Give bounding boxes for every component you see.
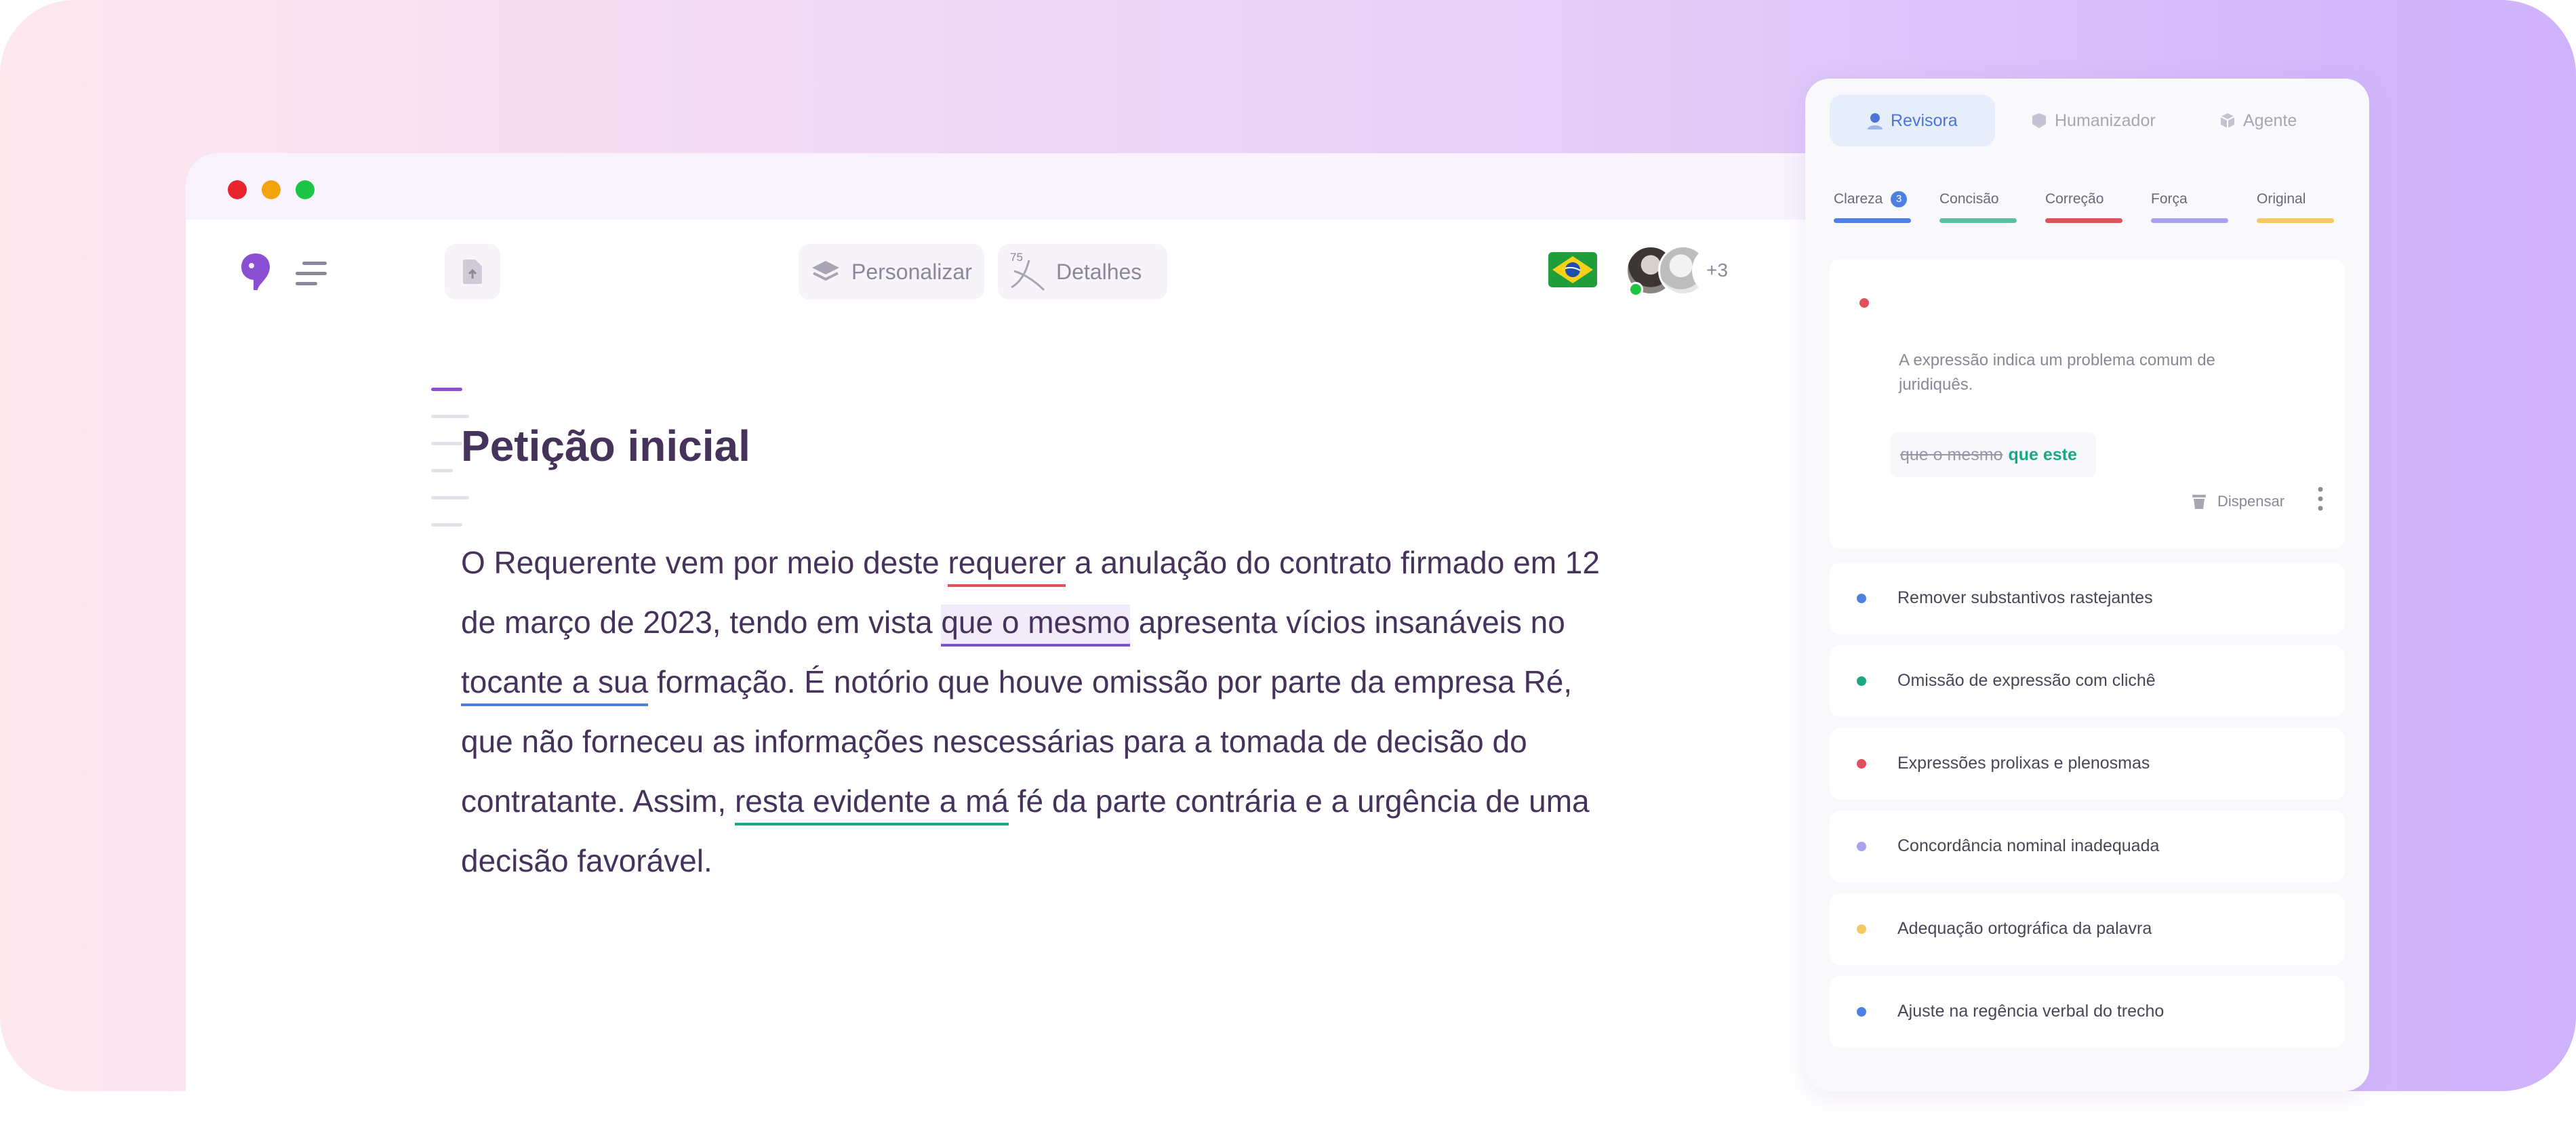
trash-icon [2192, 495, 2206, 509]
suggestion-dot [1857, 594, 1866, 603]
suggestion-item[interactable]: Ajuste na regência verbal do trecho [1830, 976, 2345, 1048]
suggestion-item[interactable]: Remover substantivos rastejantes [1830, 563, 2345, 634]
suggestion-label: Concordância nominal inadequada [1897, 836, 2160, 855]
minimize-window-button[interactable] [262, 180, 281, 199]
suggestion-dot [1857, 924, 1866, 934]
category-concisao[interactable]: Concisão [1939, 191, 1999, 207]
document-paragraph[interactable]: O Requerente vem por meio deste requerer… [461, 533, 1627, 891]
personalize-button[interactable]: Personalizar [799, 244, 984, 300]
suggestion-dot [1857, 842, 1866, 851]
suggestion-dot [1857, 676, 1866, 686]
layers-icon [812, 261, 839, 281]
review-panel: Revisora Humanizador Agente Clareza 3 Co… [1805, 79, 2369, 1091]
user-icon [1868, 113, 1883, 129]
suggestion-label: Omissão de expressão com clichê [1897, 671, 2156, 690]
collaborator-count: +3 [1706, 260, 1728, 281]
suggestion-item[interactable]: Omissão de expressão com clichê [1830, 645, 2345, 717]
suggestion-dot [1857, 1007, 1866, 1017]
tab-humanizador[interactable]: Humanizador [2006, 95, 2174, 146]
upload-document-button[interactable] [445, 244, 500, 300]
suggestion-label: Adequação ortográfica da palavra [1897, 919, 2152, 938]
close-window-button[interactable] [228, 180, 247, 199]
category-bar-concisao [1939, 218, 2017, 223]
active-suggestion-card[interactable]: A expressão indica um problema comum de … [1830, 259, 2345, 549]
more-options-icon[interactable] [2316, 485, 2325, 512]
outline-item[interactable] [431, 496, 469, 499]
suggestion-item[interactable]: Concordância nominal inadequada [1830, 811, 2345, 882]
tab-label: Agente [2243, 110, 2297, 130]
suggestion-dot [1857, 759, 1866, 769]
category-bar-clareza [1834, 218, 1911, 223]
personalize-label: Personalizar [851, 259, 972, 284]
cube-icon [2220, 113, 2235, 128]
category-count-badge: 3 [1891, 191, 1908, 207]
editor-window: Personalizar 75 Detalhes +3 Petição inic… [186, 153, 1880, 1091]
details-button[interactable]: 75 Detalhes [998, 244, 1167, 300]
file-upload-icon [463, 260, 482, 284]
suggestion-label: Remover substantivos rastejantes [1897, 588, 2153, 607]
issue-highlight-active[interactable]: que o mesmo [941, 605, 1131, 647]
replacement-text: que este [2008, 445, 2077, 464]
original-text: que o mesmo [1900, 445, 2003, 464]
tab-label: Revisora [1891, 110, 1958, 130]
suggestion-dot [1859, 298, 1869, 308]
suggestion-label: Expressões prolixas e plenosmas [1897, 754, 2150, 773]
details-label: Detalhes [1056, 259, 1142, 284]
tab-label: Humanizador [2055, 110, 2156, 130]
window-titlebar [186, 153, 1880, 220]
language-flag-brazil-icon[interactable] [1548, 252, 1597, 287]
outline-item-active[interactable] [431, 388, 462, 391]
menu-icon[interactable] [296, 260, 328, 287]
maximize-window-button[interactable] [296, 180, 315, 199]
humanizer-icon [2032, 113, 2046, 128]
more-collaborators-badge[interactable]: +3 [1692, 245, 1742, 295]
issue-highlight-correction[interactable]: requerer [948, 545, 1066, 587]
online-status-dot [1628, 282, 1643, 297]
category-clareza[interactable]: Clareza 3 [1834, 191, 1908, 207]
category-forca[interactable]: Força [2151, 191, 2188, 207]
app-logo-icon [240, 252, 271, 290]
tab-agente[interactable]: Agente [2185, 95, 2345, 146]
issue-highlight-concision[interactable]: resta evidente a má [734, 783, 1009, 825]
replacement-chip[interactable]: que o mesmo que este [1891, 432, 2096, 477]
tab-revisora[interactable]: Revisora [1830, 95, 1995, 146]
outline-item[interactable] [431, 415, 469, 418]
document-title[interactable]: Petição inicial [461, 421, 750, 471]
suggestion-item[interactable]: Expressões prolixas e plenosmas [1830, 728, 2345, 800]
category-bar-original [2257, 218, 2334, 223]
outline-item[interactable] [431, 442, 462, 445]
category-original[interactable]: Original [2257, 191, 2306, 207]
category-bar-correcao [2045, 218, 2122, 223]
suggestion-item[interactable]: Adequação ortográfica da palavra [1830, 893, 2345, 965]
category-bar-forca [2151, 218, 2228, 223]
category-correcao[interactable]: Correção [2045, 191, 2104, 207]
outline-item[interactable] [431, 469, 453, 472]
outline-item[interactable] [431, 523, 462, 527]
readability-score-icon: 75 [1009, 251, 1047, 293]
dismiss-button[interactable]: Dispensar [2192, 488, 2285, 515]
issue-highlight-clarity[interactable]: tocante a sua [461, 664, 649, 706]
suggestion-explanation: A expressão indica um problema comum de … [1899, 351, 2215, 394]
suggestion-label: Ajuste na regência verbal do trecho [1897, 1002, 2165, 1021]
